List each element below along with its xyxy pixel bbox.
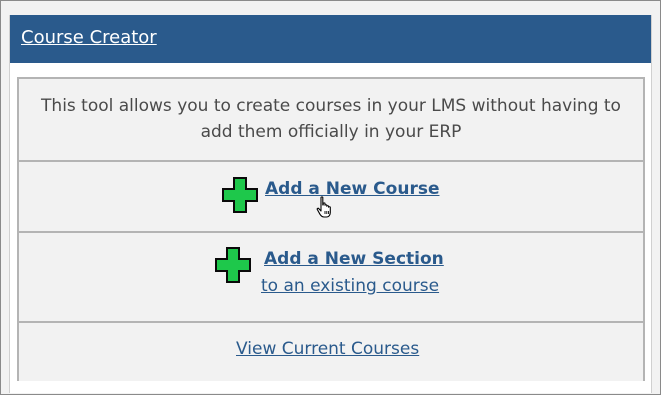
intro-row: This tool allows you to create courses i…: [19, 79, 643, 160]
add-course-row: Add a New Course: [19, 160, 643, 231]
existing-course-link[interactable]: to an existing course: [261, 276, 439, 296]
course-creator-panel: Course Creator This tool allows you to c…: [9, 15, 652, 393]
plus-icon[interactable]: [222, 177, 258, 213]
add-new-section-link[interactable]: Add a New Section: [264, 249, 444, 269]
add-section-row: Add a New Section to an existing course: [19, 231, 643, 321]
hand-pointer-icon: [316, 196, 331, 218]
window-frame: Course Creator This tool allows you to c…: [0, 0, 661, 395]
panel-title-link[interactable]: Course Creator: [21, 27, 157, 48]
add-new-course-link[interactable]: Add a New Course: [265, 179, 439, 199]
view-courses-row: View Current Courses: [19, 321, 643, 381]
view-current-courses-link[interactable]: View Current Courses: [236, 339, 419, 359]
options-box: This tool allows you to create courses i…: [17, 77, 645, 381]
plus-icon[interactable]: [215, 247, 251, 283]
panel-header: Course Creator: [10, 15, 651, 63]
intro-text: This tool allows you to create courses i…: [41, 96, 621, 142]
